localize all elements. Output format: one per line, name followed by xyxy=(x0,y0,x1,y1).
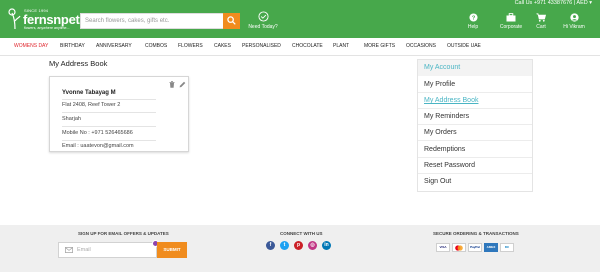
nav-plant[interactable]: PLANT xyxy=(333,43,349,49)
search-icon xyxy=(227,16,236,25)
email-signup-input[interactable]: Email xyxy=(58,240,159,258)
address-city: Sharjah xyxy=(62,116,81,122)
connect-title: CONNECT WITH US xyxy=(280,231,323,236)
menu-divider xyxy=(418,157,532,158)
card-divider xyxy=(62,140,156,141)
cart-button[interactable]: Cart xyxy=(526,13,556,30)
briefcase-icon xyxy=(506,13,516,22)
help-button[interactable]: ? Help xyxy=(458,13,488,30)
secure-title: SECURE ORDERING & TRANSACTIONS xyxy=(433,231,519,236)
menu-divider xyxy=(418,92,532,93)
address-card: Yvonne Tabayag M Flat 2408, Reef Tower 2… xyxy=(49,76,189,152)
account-menu-header: My Account xyxy=(418,60,532,76)
svg-text:?: ? xyxy=(471,16,475,22)
nav-flowers[interactable]: FLOWERS xyxy=(178,43,203,49)
nav-occasions[interactable]: OCCASIONS xyxy=(406,43,436,49)
menu-item-sign-out[interactable]: Sign Out xyxy=(424,178,451,185)
search-input[interactable]: Search flowers, cakes, gifts etc. xyxy=(80,13,223,29)
delete-address-button[interactable] xyxy=(169,81,175,88)
card-divider xyxy=(62,126,156,127)
pinterest-icon[interactable]: p xyxy=(294,241,303,250)
user-account-button[interactable]: Hi Vikram xyxy=(559,13,589,30)
site-header: SINCE 1994 fernsnpetals™ flowers, anywhe… xyxy=(0,0,600,38)
facebook-icon[interactable]: f xyxy=(266,241,275,250)
edit-address-button[interactable] xyxy=(179,81,186,88)
nav-anniversary[interactable]: ANNIVERSARY xyxy=(96,43,132,49)
flower-logo-icon xyxy=(8,8,21,29)
menu-divider xyxy=(418,173,532,174)
address-line: Flat 2408, Reef Tower 2 xyxy=(62,102,121,108)
menu-item-my-profile[interactable]: My Profile xyxy=(424,81,455,88)
card-divider xyxy=(62,112,156,113)
nav-more-gifts[interactable]: MORE GIFTS xyxy=(364,43,395,49)
account-menu: My Account My Profile My Address Book My… xyxy=(417,59,533,192)
instagram-icon[interactable]: ◎ xyxy=(308,241,317,250)
corporate-button[interactable]: Corporate xyxy=(496,13,526,30)
card-divider xyxy=(62,99,156,100)
linkedin-icon[interactable]: in xyxy=(322,241,331,250)
menu-divider xyxy=(418,140,532,141)
menu-item-redemptions[interactable]: Redemptions xyxy=(424,146,465,153)
menu-item-my-address-book[interactable]: My Address Book xyxy=(424,97,478,104)
need-today-link[interactable]: Need Today? xyxy=(246,11,280,35)
nav-birthday[interactable]: BIRTHDAY xyxy=(60,43,85,49)
amex-icon: AMEX xyxy=(484,243,498,252)
twitter-icon[interactable]: t xyxy=(280,241,289,250)
mastercard-icon xyxy=(452,243,466,252)
cart-icon xyxy=(536,13,546,22)
submit-button[interactable]: SUBMIT xyxy=(157,242,187,258)
nav-womens-day[interactable]: WOMENS DAY xyxy=(14,43,48,49)
user-icon xyxy=(569,13,579,22)
nav-personalised[interactable]: PERSONALISED xyxy=(242,43,281,49)
nav-cakes[interactable]: CAKES xyxy=(214,43,231,49)
nav-combos[interactable]: COMBOS xyxy=(145,43,167,49)
search-button[interactable] xyxy=(223,13,240,29)
category-nav: WOMENS DAY BIRTHDAY ANNIVERSARY COMBOS F… xyxy=(0,38,600,56)
contact-name: Yvonne Tabayag M xyxy=(62,90,116,96)
site-footer: SIGN UP FOR EMAIL OFFERS & UPDATES Email… xyxy=(0,225,600,272)
menu-divider xyxy=(418,124,532,125)
menu-item-my-orders[interactable]: My Orders xyxy=(424,129,457,136)
menu-divider xyxy=(418,108,532,109)
signup-title: SIGN UP FOR EMAIL OFFERS & UPDATES xyxy=(78,231,169,236)
mobile-number: Mobile No : +971 526465686 xyxy=(62,130,133,136)
nav-chocolate[interactable]: CHOCOLATE xyxy=(292,43,323,49)
page-title: My Address Book xyxy=(49,59,108,68)
site-logo[interactable]: SINCE 1994 fernsnpetals™ flowers, anywhe… xyxy=(8,5,101,33)
contact-currency-info[interactable]: Call Us +971 43387676 | AED ▾ xyxy=(515,0,592,6)
nav-outside-uae[interactable]: OUTSIDE UAE xyxy=(447,43,481,49)
logo-tagline: flowers, anywhere anytime... xyxy=(24,26,70,30)
paypal-icon: PayPal xyxy=(468,243,482,252)
help-icon: ? xyxy=(468,13,478,22)
clock-check-icon xyxy=(257,11,269,22)
envelope-icon xyxy=(65,247,73,253)
menu-item-reset-password[interactable]: Reset Password xyxy=(424,162,475,169)
menu-item-my-reminders[interactable]: My Reminders xyxy=(424,113,469,120)
visa-icon: VISA xyxy=(436,243,450,252)
email-address: Email : uaatevon@gmail.com xyxy=(62,143,134,149)
diners-club-icon: DC xyxy=(500,243,514,252)
